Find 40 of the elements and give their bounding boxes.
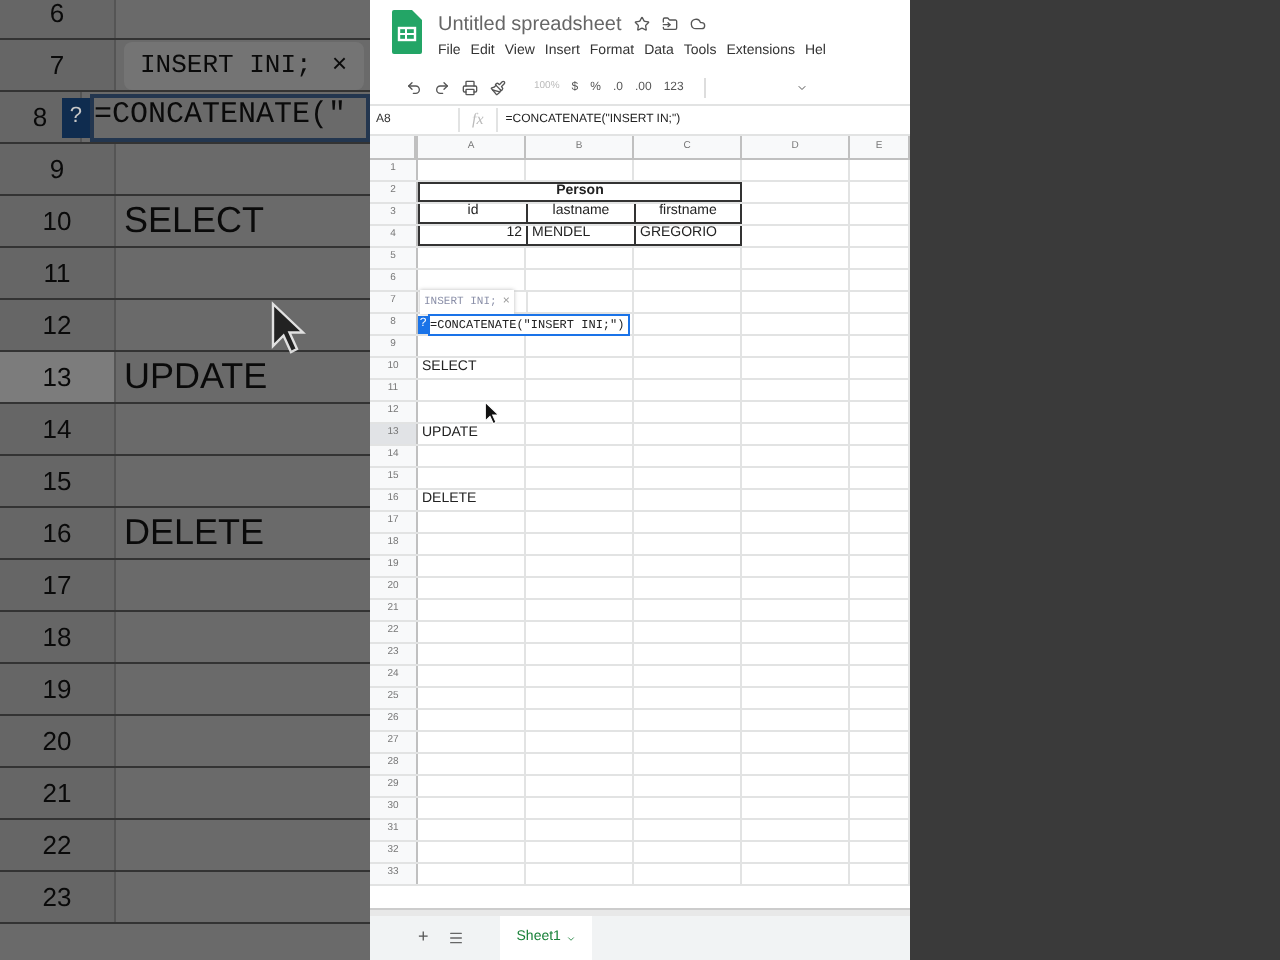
- row-number: 6: [0, 0, 116, 38]
- cloud-icon[interactable]: [689, 16, 706, 32]
- undo-icon[interactable]: [406, 80, 422, 96]
- row-number: 7: [0, 40, 116, 90]
- close-icon[interactable]: ×: [331, 45, 348, 85]
- sheets-logo: [392, 10, 422, 54]
- suggestion-text: INSERT INI;: [140, 47, 312, 84]
- star-icon[interactable]: [633, 16, 650, 32]
- caret-icon: [566, 933, 577, 943]
- row-number: 11: [0, 248, 116, 298]
- formula-editor[interactable]: =CONCATENATE(": [89, 93, 370, 141]
- caret-icon: [795, 82, 808, 94]
- row-number: 9: [0, 144, 116, 194]
- document-title[interactable]: Untitled spreadsheet: [438, 9, 622, 39]
- row-number: 15: [0, 456, 116, 506]
- folder-icon[interactable]: [661, 16, 678, 32]
- fx-label: fx: [458, 108, 498, 132]
- row-number: 13: [0, 352, 116, 402]
- row-number: 22: [0, 820, 116, 870]
- row-number: 14: [0, 404, 116, 454]
- cell-text: DELETE: [124, 510, 265, 556]
- add-sheet-button[interactable]: +: [418, 924, 429, 952]
- row-number: 16: [0, 508, 116, 558]
- row-number: 20: [0, 716, 116, 766]
- print-icon[interactable]: [462, 80, 478, 96]
- cell-text: UPDATE: [124, 354, 268, 400]
- row-number: 23: [0, 872, 116, 922]
- row-number: 21: [0, 768, 116, 818]
- mouse-pointer-icon: [270, 300, 306, 356]
- row-number: 19: [0, 664, 116, 714]
- mouse-pointer-icon: [484, 400, 500, 426]
- redo-icon[interactable]: [434, 80, 450, 96]
- cell-text: SELECT: [124, 198, 265, 244]
- row-number: 17: [0, 560, 116, 610]
- suggestion-chip[interactable]: INSERT INI; ×: [124, 41, 364, 89]
- paint-format-icon[interactable]: [490, 80, 506, 96]
- all-sheets-icon[interactable]: [448, 930, 465, 946]
- row-number: 10: [0, 196, 116, 246]
- row-number: 18: [0, 612, 116, 662]
- row-number: 12: [0, 300, 116, 350]
